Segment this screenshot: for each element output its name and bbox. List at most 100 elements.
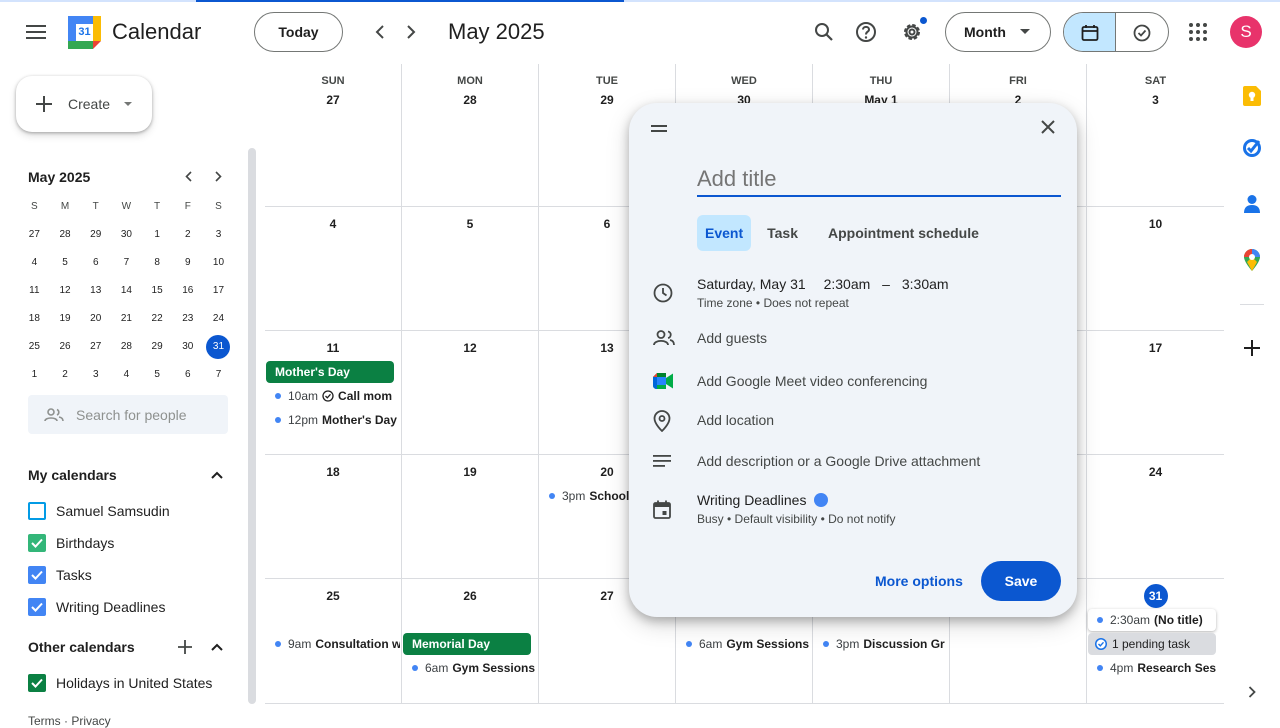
mini-day[interactable]: 23: [172, 305, 203, 333]
save-button[interactable]: Save: [981, 561, 1061, 601]
mini-day[interactable]: 28: [50, 221, 81, 249]
my-calendars-title[interactable]: My calendars: [28, 467, 117, 483]
contacts-button[interactable]: [1236, 188, 1268, 220]
event-chip[interactable]: 6am Gym Sessions: [677, 633, 811, 655]
event-chip[interactable]: 9amConsultation with: [266, 633, 400, 655]
help-button[interactable]: [846, 12, 886, 52]
tab-task[interactable]: Task: [759, 215, 806, 251]
calendar-logo-icon[interactable]: 31: [68, 16, 101, 49]
calendar-list-item[interactable]: Birthdays: [28, 531, 114, 555]
mini-day[interactable]: 5: [142, 361, 173, 389]
next-period-button[interactable]: [393, 14, 429, 50]
more-options-button[interactable]: More options: [861, 561, 977, 601]
settings-button[interactable]: [892, 12, 932, 52]
event-chip[interactable]: 3pm School: [540, 485, 632, 507]
search-people-input[interactable]: Search for people: [28, 395, 228, 434]
event-chip[interactable]: 10am Call mom: [266, 385, 400, 407]
mini-day[interactable]: 24: [203, 305, 234, 333]
draft-event-chip[interactable]: 2:30am (No title): [1088, 609, 1216, 631]
mini-day[interactable]: 14: [111, 277, 142, 305]
add-meet-row[interactable]: Add Google Meet video conferencing: [697, 373, 927, 389]
sidebar-scrollbar[interactable]: [248, 148, 256, 704]
mini-day[interactable]: 27: [19, 221, 50, 249]
mini-day[interactable]: 4: [111, 361, 142, 389]
day-number[interactable]: 4: [265, 217, 401, 231]
day-number[interactable]: 5: [402, 217, 538, 231]
day-cell[interactable]: 19: [402, 455, 539, 579]
add-location-row[interactable]: Add location: [697, 412, 774, 428]
mini-day[interactable]: 25: [19, 333, 50, 361]
day-number[interactable]: 31: [1087, 584, 1224, 608]
day-number[interactable]: 24: [1087, 465, 1224, 479]
mini-day[interactable]: 26: [50, 333, 81, 361]
today-day-number[interactable]: 31: [1143, 584, 1168, 608]
mini-day[interactable]: 2: [50, 361, 81, 389]
add-other-calendar-button[interactable]: [172, 634, 198, 660]
event-chip[interactable]: 4pm Research Ses: [1088, 657, 1222, 679]
calendar-list-item[interactable]: Tasks: [28, 563, 92, 587]
search-button[interactable]: [804, 12, 844, 52]
checkbox-checked-icon[interactable]: [28, 566, 46, 584]
holiday-chip[interactable]: Mother's Day: [266, 361, 394, 383]
mini-day[interactable]: 15: [142, 277, 173, 305]
day-number[interactable]: 11: [265, 341, 401, 355]
day-cell[interactable]: 10: [1087, 207, 1224, 331]
mini-day[interactable]: 28: [111, 333, 142, 361]
mini-day[interactable]: 7: [111, 249, 142, 277]
show-side-panel-button[interactable]: [1240, 680, 1264, 704]
mini-day[interactable]: 22: [142, 305, 173, 333]
day-cell[interactable]: 4: [265, 207, 402, 331]
add-description-row[interactable]: Add description or a Google Drive attach…: [697, 453, 980, 469]
mini-day[interactable]: 7: [203, 361, 234, 389]
mini-day[interactable]: 27: [80, 333, 111, 361]
calendar-selector[interactable]: Writing Deadlines: [697, 492, 829, 508]
mini-day[interactable]: 1: [19, 361, 50, 389]
day-number[interactable]: 12: [402, 341, 538, 355]
drag-handle-icon[interactable]: [651, 125, 667, 133]
tab-appointment-schedule[interactable]: Appointment schedule: [820, 215, 987, 251]
day-number[interactable]: 19: [402, 465, 538, 479]
day-cell[interactable]: 12: [402, 331, 539, 455]
mini-day-today[interactable]: 31: [203, 333, 234, 361]
day-number[interactable]: 27: [265, 93, 401, 107]
event-chip[interactable]: 12pm Mother's Day: [266, 409, 400, 431]
keep-button[interactable]: [1236, 80, 1268, 112]
day-cell[interactable]: MON 28: [402, 64, 539, 207]
day-number[interactable]: 18: [265, 465, 401, 479]
other-calendars-title[interactable]: Other calendars: [28, 639, 135, 655]
event-chip[interactable]: 3pm Discussion Gr: [814, 633, 948, 655]
add-guests-row[interactable]: Add guests: [697, 330, 767, 346]
get-addons-button[interactable]: [1236, 332, 1268, 364]
mini-day[interactable]: 3: [80, 361, 111, 389]
day-number[interactable]: 28: [402, 93, 538, 107]
mini-day[interactable]: 3: [203, 221, 234, 249]
view-selector[interactable]: Month: [945, 12, 1051, 52]
mini-day[interactable]: 18: [19, 305, 50, 333]
mini-day[interactable]: 1: [142, 221, 173, 249]
day-cell[interactable]: SAT 3: [1087, 64, 1224, 207]
mini-day[interactable]: 2: [172, 221, 203, 249]
footer-links[interactable]: Terms · Privacy: [28, 714, 111, 728]
mini-day[interactable]: 6: [172, 361, 203, 389]
day-cell[interactable]: SUN 27: [265, 64, 402, 207]
event-start-time[interactable]: 2:30am: [824, 276, 871, 292]
mini-day[interactable]: 13: [80, 277, 111, 305]
mini-day[interactable]: 9: [172, 249, 203, 277]
mini-day[interactable]: 30: [172, 333, 203, 361]
mini-day[interactable]: 16: [172, 277, 203, 305]
mini-day[interactable]: 11: [19, 277, 50, 305]
day-number[interactable]: 26: [402, 589, 538, 603]
collapse-my-calendars-button[interactable]: [204, 462, 230, 488]
mini-day[interactable]: 5: [50, 249, 81, 277]
day-cell[interactable]: 17: [1087, 331, 1224, 455]
mini-day[interactable]: 20: [80, 305, 111, 333]
account-avatar[interactable]: S: [1230, 16, 1262, 48]
holiday-chip[interactable]: Memorial Day: [403, 633, 531, 655]
checkbox-checked-icon[interactable]: [28, 674, 46, 692]
event-date-time[interactable]: Saturday, May 31 2:30am – 3:30am: [697, 276, 949, 292]
mini-day[interactable]: 29: [142, 333, 173, 361]
day-number[interactable]: 25: [265, 589, 401, 603]
mini-day[interactable]: 4: [19, 249, 50, 277]
day-cell[interactable]: 24: [1087, 455, 1224, 579]
mini-day[interactable]: 19: [50, 305, 81, 333]
